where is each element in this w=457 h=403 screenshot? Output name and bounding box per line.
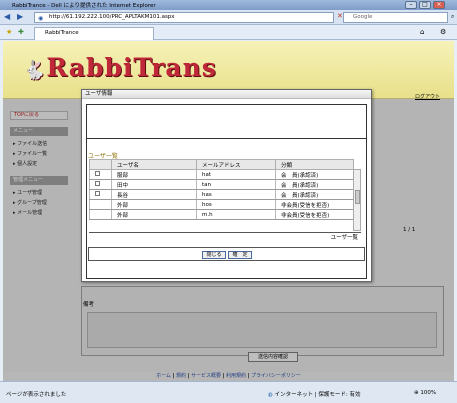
user-type-cell: 会 員(承認済) (275, 189, 354, 200)
user-email-cell: m.h (196, 209, 276, 220)
status-bar: ページが表示されました ◍ インターネット | 保護モード: 有効 ⊕ 100% (0, 381, 457, 403)
zoom-text: 100% (420, 390, 437, 396)
user-name-cell: 長谷 (111, 189, 197, 200)
user-type-cell: 非会員(受信を拒否) (275, 199, 354, 210)
rabbit-logo-icon: 🐇 (23, 60, 47, 81)
dialog-button-bar: 閉じる 確 定 (88, 247, 365, 261)
user-name-cell: 田中 (111, 179, 197, 190)
forward-icon[interactable]: ▶ (17, 12, 23, 21)
zoom-icon: ⊕ (414, 390, 419, 396)
row-select-cell (89, 189, 112, 200)
favorites-star-icon[interactable]: ★ (6, 28, 12, 36)
grid-footer: ユーザ一覧 (89, 232, 361, 241)
row-checkbox[interactable] (95, 171, 100, 176)
close-button[interactable]: 閉じる (202, 251, 226, 259)
tab-label: RabbiTrance (45, 30, 79, 36)
user-email-cell: hat (196, 169, 276, 180)
table-row[interactable]: 長谷 has 会 員(承認済) (89, 189, 354, 200)
column-header-type[interactable]: 分類 (275, 159, 354, 170)
grid-header-row: ユーザ名 メールアドレス 分類 (89, 159, 354, 170)
user-email-cell: hos (196, 199, 276, 210)
user-name-cell: 外部 (111, 209, 197, 220)
home-icon[interactable]: ⌂ (420, 28, 424, 36)
minimize-icon[interactable]: – (405, 1, 417, 9)
close-window-icon[interactable]: × (433, 1, 445, 9)
security-zone: ◍ インターネット | 保護モード: 有効 (268, 390, 361, 398)
dialog-title: ユーザ情報 (82, 90, 371, 99)
maximize-icon[interactable]: □ (419, 1, 431, 9)
table-row[interactable]: 外部 m.h 非会員(受信を拒否) (89, 209, 354, 220)
tab-rabbitrance[interactable]: RabbiTrance (34, 27, 154, 40)
site-logo: 🐇RabbiTrans (23, 53, 217, 82)
column-header-name[interactable]: ユーザ名 (111, 159, 197, 170)
table-row[interactable]: 外部 hos 非会員(受信を拒否) (89, 199, 354, 210)
window-titlebar: RabbiTrance - Dell により提供された Internet Exp… (0, 0, 457, 10)
user-type-cell: 会 員(承認済) (275, 179, 354, 190)
user-email-cell: has (196, 189, 276, 200)
window-title: RabbiTrance - Dell により提供された Internet Exp… (12, 3, 156, 9)
row-select-cell (89, 209, 112, 220)
back-icon[interactable]: ◀ (4, 12, 10, 21)
row-select-cell (89, 179, 112, 190)
table-row[interactable]: 田中 tan 会 員(承認済) (89, 179, 354, 190)
status-text: ページが表示されました (6, 392, 67, 398)
divider (87, 138, 366, 139)
row-checkbox[interactable] (95, 181, 100, 186)
page-icon: ◉ (38, 15, 44, 22)
user-info-dialog: ユーザ情報 ユーザ一覧 ユーザ名 メールアドレス 分類 服部 hat 会 員(承… (81, 89, 372, 282)
table-row[interactable]: 服部 hat 会 員(承認済) (89, 169, 354, 180)
address-bar[interactable]: ◉ http://61.192.222.100/PRC_APLTAKM101.a… (34, 12, 334, 23)
search-placeholder: Google (353, 14, 373, 20)
tab-bar: ★ ✚ RabbiTrance ⌂ ⚙ (0, 25, 457, 40)
user-name-cell: 外部 (111, 199, 197, 210)
stop-icon[interactable]: ✕ (337, 12, 343, 20)
search-icon[interactable]: ⌕ (451, 13, 454, 21)
row-select-cell (89, 199, 112, 210)
search-input[interactable]: Google (343, 12, 448, 23)
user-name-cell: 服部 (111, 169, 197, 180)
url-text: http://61.192.222.100/PRC_APLTAKM101.asp… (49, 14, 175, 20)
confirm-button[interactable]: 確 定 (228, 251, 252, 259)
user-email-cell: tan (196, 179, 276, 190)
address-toolbar: ◀ ▶ ◉ http://61.192.222.100/PRC_APLTAKM1… (0, 10, 457, 25)
logo-text: RabbiTrans (46, 53, 217, 82)
globe-icon: ◍ (268, 392, 273, 398)
user-type-cell: 会 員(承認済) (275, 169, 354, 180)
tools-icon[interactable]: ⚙ (440, 28, 446, 36)
zone-text: インターネット | 保護モード: 有効 (274, 392, 361, 398)
scrollbar-thumb[interactable] (355, 190, 360, 204)
zoom-level[interactable]: ⊕ 100% (414, 390, 436, 396)
row-select-cell (89, 169, 112, 180)
select-column-header (89, 159, 112, 170)
row-checkbox[interactable] (95, 191, 100, 196)
add-favorite-icon[interactable]: ✚ (18, 28, 24, 36)
dialog-body: ユーザ一覧 ユーザ名 メールアドレス 分類 服部 hat 会 員(承認済) 田中… (86, 104, 367, 279)
grid-scrollbar[interactable] (353, 169, 361, 231)
user-type-cell: 非会員(受信を拒否) (275, 209, 354, 220)
user-grid: ユーザ名 メールアドレス 分類 服部 hat 会 員(承認済) 田中 tan 会… (89, 159, 354, 220)
column-header-email[interactable]: メールアドレス (196, 159, 276, 170)
